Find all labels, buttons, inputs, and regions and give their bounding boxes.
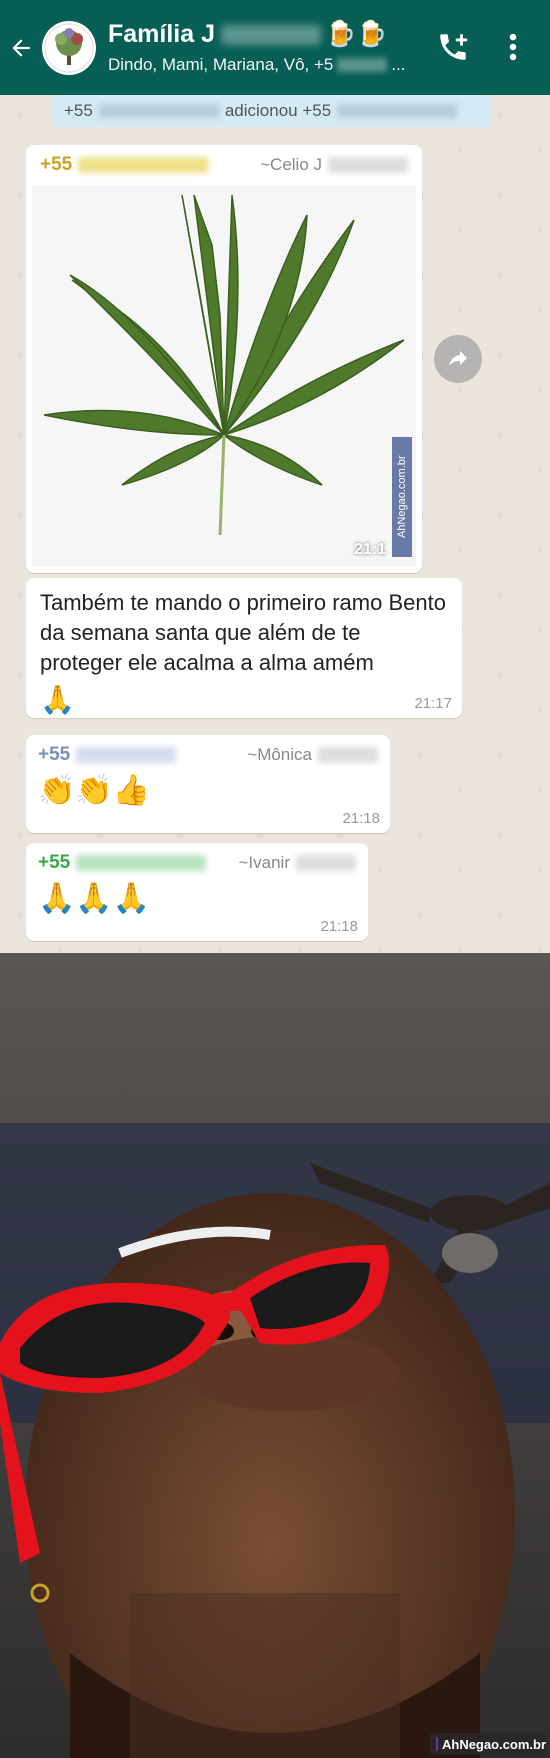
- message-text: Também te mando o primeiro ramo Bento da…: [40, 590, 446, 675]
- redacted-name: [221, 24, 321, 45]
- site-logo-icon: [436, 1737, 438, 1751]
- message-time: 21:17: [414, 695, 452, 712]
- members-text: Dindo, Mami, Mariana, Vô, +5: [108, 55, 334, 74]
- site-badge-text: AhNegao.com.br: [441, 1736, 546, 1752]
- redacted-name: [318, 747, 378, 763]
- message-time: 21:18: [320, 918, 358, 935]
- image-message[interactable]: +55 ~Celio J 21:1 AhNegao.com.br: [26, 145, 422, 573]
- sender-phone: +55: [40, 154, 73, 175]
- praying-hands-emoji: 🙏: [40, 684, 75, 715]
- group-avatar[interactable]: [42, 20, 96, 75]
- forward-icon[interactable]: [434, 335, 482, 383]
- beer-emoji: 🍺🍺: [325, 20, 388, 48]
- message-header: +55 ~Celio J: [32, 151, 416, 179]
- message-header: +55 ~Mônica: [38, 741, 378, 769]
- emoji-message[interactable]: +55 ~Ivanir 🙏🙏🙏 21:18: [26, 843, 368, 941]
- message-time: 21:1: [353, 541, 386, 558]
- redacted-name: [328, 157, 408, 173]
- sender-name-text: ~Ivanir: [238, 853, 291, 872]
- text-message[interactable]: Também te mando o primeiro ramo Bento da…: [26, 578, 462, 718]
- praying-hands-emoji: 🙏🙏🙏: [38, 882, 151, 915]
- clapping-thumbs-emoji: 👏👏👍: [38, 774, 151, 807]
- members-ellipsis: ...: [391, 55, 406, 74]
- sender-name: ~Celio J: [260, 155, 408, 175]
- chat-header: Família J 🍺🍺 Dindo, Mami, Mariana, Vô, +…: [0, 0, 550, 95]
- sender-name: ~Ivanir: [238, 853, 356, 873]
- redacted-phone: [76, 747, 177, 763]
- system-middle: adicionou +55: [224, 101, 332, 120]
- sender-name-text: ~Mônica: [247, 745, 312, 764]
- back-arrow-icon[interactable]: [0, 0, 42, 95]
- redacted-phone: [337, 104, 458, 118]
- chat-title-block[interactable]: Família J 🍺🍺 Dindo, Mami, Mariana, Vô, +…: [108, 20, 428, 75]
- redacted-members: [337, 58, 388, 72]
- reaction-photo: [0, 953, 550, 1758]
- redacted-phone: [98, 104, 219, 118]
- redacted-name: [296, 855, 356, 871]
- more-vert-icon[interactable]: [506, 30, 520, 69]
- message-header: +55 ~Ivanir: [38, 849, 356, 877]
- emoji-message[interactable]: +55 ~Mônica 👏👏👍 21:18: [26, 735, 390, 833]
- system-message: +55 adicionou +55: [52, 95, 492, 127]
- add-call-icon[interactable]: [436, 30, 470, 69]
- cannabis-leaf-image[interactable]: 21:1 AhNegao.com.br: [32, 185, 416, 567]
- sender-phone: +55: [38, 744, 71, 765]
- group-members: Dindo, Mami, Mariana, Vô, +5 ...: [108, 55, 428, 75]
- chat-area[interactable]: +55 adicionou +55 +55 ~Celio J 21:1 AhNe…: [0, 95, 550, 953]
- group-name-text: Família J: [108, 20, 215, 48]
- message-time: 21:18: [342, 810, 380, 827]
- sender-name: ~Mônica: [247, 745, 378, 765]
- redacted-phone: [78, 157, 209, 173]
- group-name: Família J 🍺🍺: [108, 20, 428, 49]
- site-badge: AhNegao.com.br: [430, 1733, 546, 1755]
- watermark: AhNegao.com.br: [392, 437, 412, 557]
- sender-name-text: ~Celio J: [260, 155, 322, 174]
- system-prefix: +55: [64, 101, 93, 120]
- redacted-phone: [76, 855, 207, 871]
- sender-phone: +55: [38, 852, 71, 873]
